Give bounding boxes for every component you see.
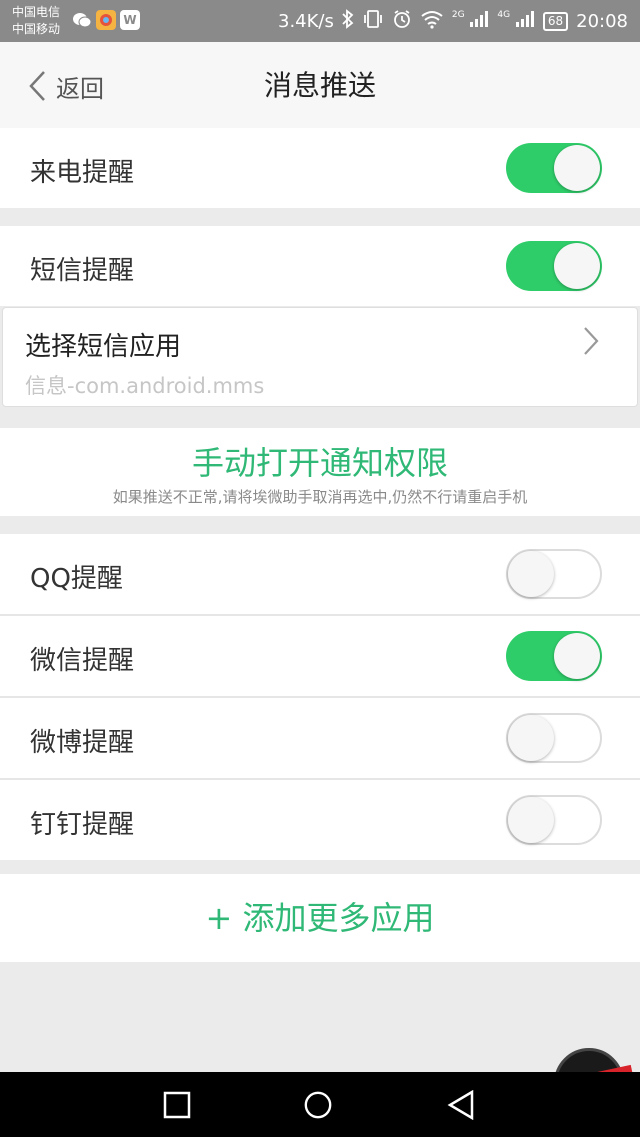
- weibo-reminder-toggle[interactable]: [506, 713, 602, 763]
- home-button[interactable]: [303, 1090, 333, 1120]
- chevron-left-icon: [29, 71, 45, 101]
- photos-icon: [96, 10, 116, 30]
- app-reminder-label: QQ提醒: [30, 564, 123, 594]
- qq-reminder-toggle[interactable]: [506, 549, 602, 599]
- app-reminder-label: 微博提醒: [30, 728, 135, 758]
- app-reminder-row: 微信提醒: [0, 616, 640, 696]
- clock: 20:08: [576, 10, 628, 32]
- circle-icon: [304, 1091, 332, 1119]
- back-button[interactable]: 返回: [28, 42, 104, 130]
- wps-icon: W: [120, 10, 140, 30]
- select-sms-app-title: 选择短信应用: [25, 332, 182, 362]
- chevron-right-icon: [583, 326, 599, 363]
- carrier-1: 中国电信: [12, 5, 61, 19]
- bluetooth-icon: [342, 8, 354, 34]
- app-reminder-row: 钉钉提醒: [0, 780, 640, 860]
- toggle-knob: [554, 145, 600, 191]
- app-reminder-row: QQ提醒: [0, 534, 640, 614]
- select-sms-app[interactable]: 选择短信应用 信息-com.android.mms: [2, 307, 638, 407]
- recent-apps-button[interactable]: [162, 1090, 192, 1120]
- system-nav-bar: [0, 1072, 640, 1137]
- toggle-knob: [554, 243, 600, 289]
- notification-icons: W: [72, 10, 140, 30]
- open-permission-link[interactable]: 手动打开通知权限: [0, 438, 640, 484]
- app-reminder-label: 钉钉提醒: [30, 810, 135, 840]
- net-speed: 3.4K/s: [278, 10, 334, 32]
- dingtalk-reminder-toggle[interactable]: [506, 795, 602, 845]
- sms-reminder-toggle[interactable]: [506, 241, 602, 291]
- triangle-back-icon: [447, 1090, 474, 1120]
- app-reminder-row: 微博提醒: [0, 698, 640, 778]
- status-bar: 中国电信 中国移动 W 3.4K/s 2G 4G 68 20:08: [0, 0, 640, 42]
- signal-1-label: 2G: [451, 10, 465, 20]
- signal-icon-2: 4G: [497, 10, 534, 32]
- carrier-2: 中国移动: [12, 22, 61, 36]
- app-reminder-label: 微信提醒: [30, 646, 135, 676]
- select-sms-app-value: 信息-com.android.mms: [25, 374, 265, 398]
- vibrate-icon: [362, 9, 384, 34]
- sms-reminder-label: 短信提醒: [30, 256, 135, 286]
- square-icon: [163, 1091, 191, 1119]
- add-more-apps-button[interactable]: + 添加更多应用: [0, 874, 640, 962]
- status-right: 3.4K/s 2G 4G 68 20:08: [278, 0, 628, 42]
- carrier-info: 中国电信 中国移动: [12, 4, 60, 38]
- battery-icon: 68: [542, 11, 569, 31]
- wifi-icon: [420, 9, 444, 34]
- alarm-icon: [392, 9, 412, 34]
- back-nav-button[interactable]: [446, 1090, 476, 1120]
- permission-note: 如果推送不正常,请将埃微助手取消再选中,仍然不行请重启手机: [112, 488, 528, 506]
- call-reminder-row: 来电提醒: [0, 128, 640, 208]
- toggle-knob: [508, 715, 554, 761]
- toggle-knob: [508, 797, 554, 843]
- signal-icon: 2G: [452, 10, 489, 32]
- signal-2-label: 4G: [497, 10, 511, 20]
- sms-reminder-row: 短信提醒: [0, 226, 640, 306]
- toggle-knob: [508, 551, 554, 597]
- call-reminder-label: 来电提醒: [30, 158, 135, 188]
- toggle-knob: [554, 633, 600, 679]
- permission-section: 手动打开通知权限 如果推送不正常,请将埃微助手取消再选中,仍然不行请重启手机: [0, 428, 640, 516]
- header: 返回 消息推送: [0, 42, 640, 130]
- call-reminder-toggle[interactable]: [506, 143, 602, 193]
- wechat-icon: [72, 10, 92, 30]
- wechat-reminder-toggle[interactable]: [506, 631, 602, 681]
- back-label: 返回: [56, 74, 104, 103]
